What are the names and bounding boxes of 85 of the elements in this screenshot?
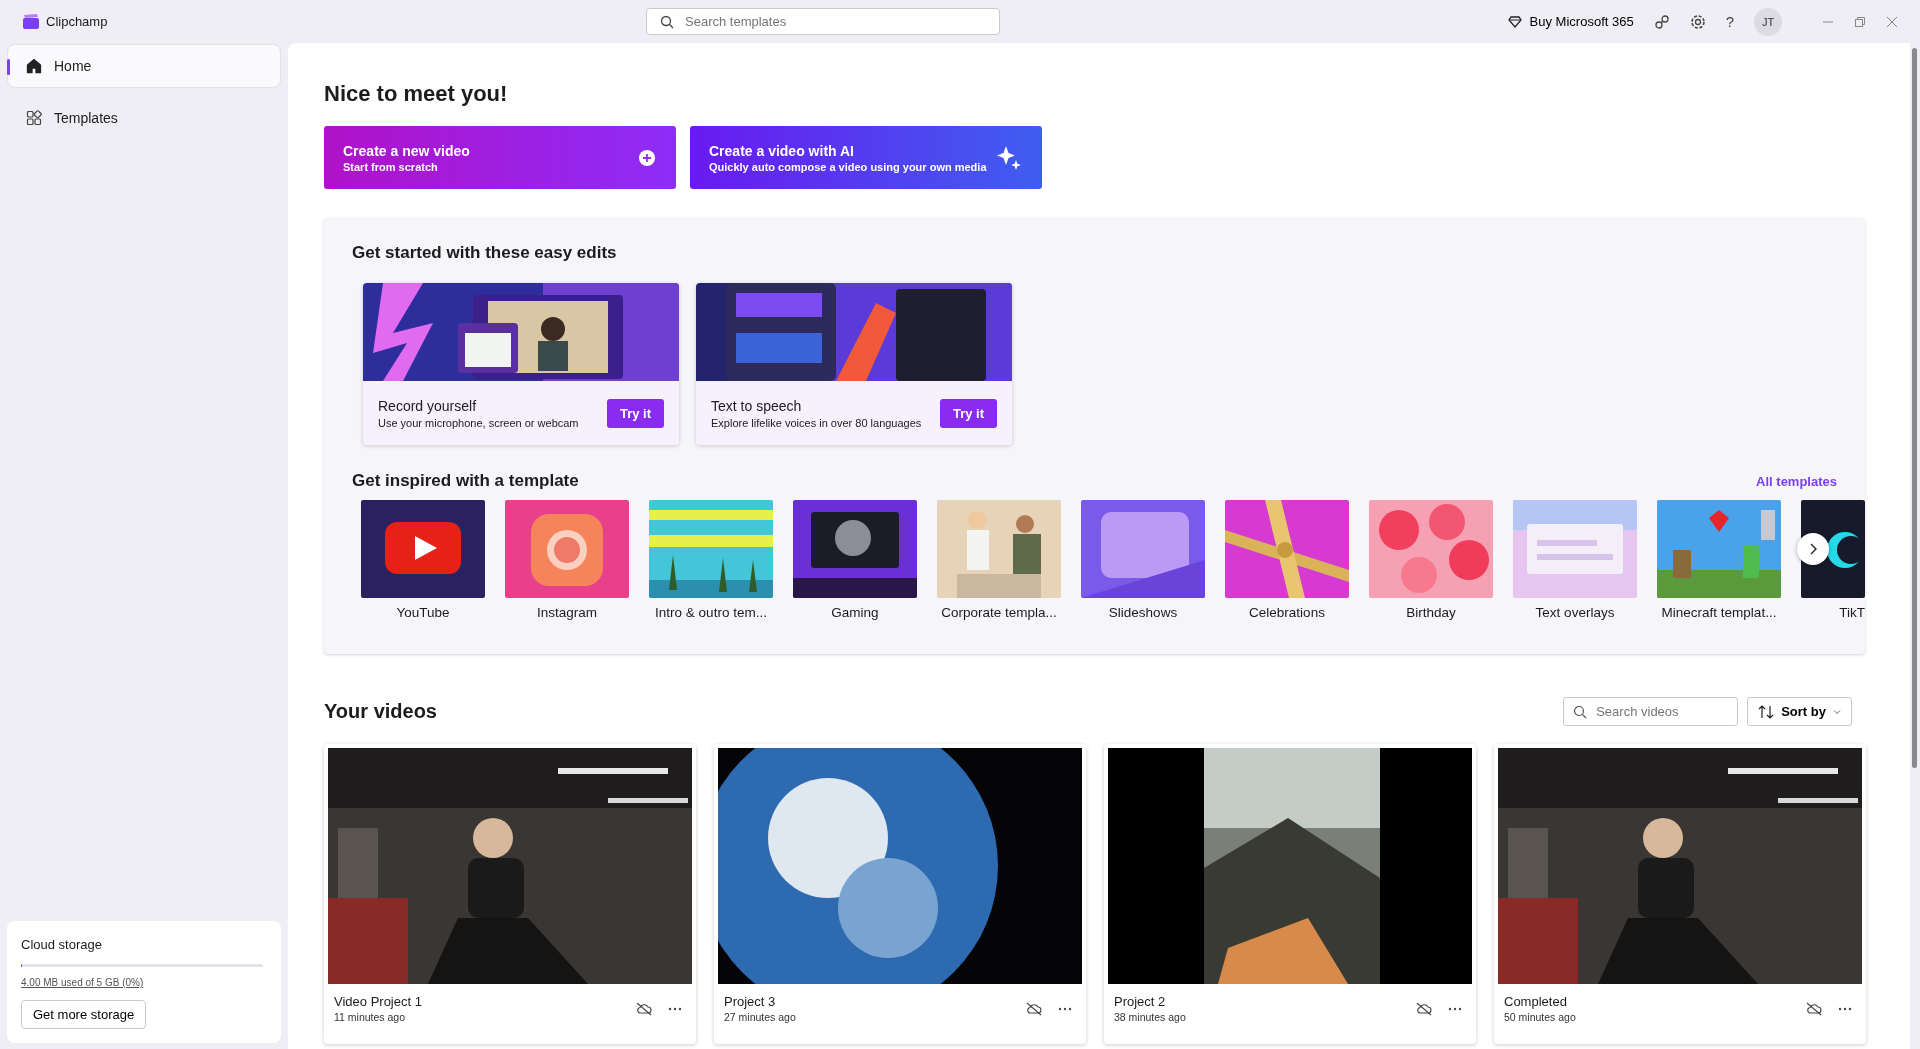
card-subtitle: Explore lifelike voices in over 80 languages: [711, 416, 923, 429]
try-it-button[interactable]: Try it: [606, 398, 664, 428]
template-label: Corporate templa...: [941, 605, 1057, 620]
diamond-icon: [1507, 15, 1522, 28]
template-label: Intro & outro tem...: [655, 605, 767, 620]
share-icon[interactable]: [1653, 13, 1670, 30]
video-time: 50 minutes ago: [1504, 1011, 1577, 1023]
section-heading: Get started with these easy edits: [352, 243, 618, 263]
sparkles-icon: [996, 144, 1022, 171]
template-tile[interactable]: Minecraft templat...: [1657, 500, 1781, 620]
more-icon[interactable]: [668, 1006, 682, 1011]
template-label: Birthday: [1406, 605, 1456, 620]
sort-by-button[interactable]: Sort by: [1747, 697, 1852, 726]
sidebar-item[interactable]: Templates: [7, 96, 281, 140]
template-tile[interactable]: Celebrations: [1225, 500, 1349, 620]
your-videos-heading: Your videos: [324, 700, 437, 723]
template-tile[interactable]: Slideshows: [1081, 500, 1205, 620]
card-subtitle: Use your microphone, screen or webcam: [378, 416, 580, 429]
video-title: Project 3: [724, 994, 777, 1009]
template-tile[interactable]: YouTube: [361, 500, 485, 620]
cloud-off-icon[interactable]: [1806, 1001, 1822, 1016]
template-tile[interactable]: Text overlays: [1513, 500, 1637, 620]
section-heading: Get inspired with a template: [352, 471, 579, 491]
search-videos-field[interactable]: Search videos: [1563, 697, 1739, 726]
greeting-heading: Nice to meet you!: [324, 81, 509, 107]
template-label: Text overlays: [1535, 605, 1615, 620]
cloud-off-icon[interactable]: [1416, 1001, 1432, 1016]
search-icon: [1573, 705, 1588, 719]
buy-microsoft-365-button[interactable]: Buy Microsoft 365: [1507, 14, 1634, 29]
next-button[interactable]: [1797, 533, 1829, 565]
template-tile[interactable]: Birthday: [1369, 500, 1493, 620]
template-label: Instagram: [537, 605, 597, 620]
template-tile[interactable]: Gaming: [793, 500, 917, 620]
video-card[interactable]: Project 3 27 minutes ago: [714, 744, 1086, 1044]
try-it-button[interactable]: Try it: [939, 398, 997, 428]
template-label: Celebrations: [1249, 605, 1325, 620]
chevron-right-icon: [1808, 543, 1818, 555]
template-label: TikT: [1839, 605, 1865, 620]
card-title: Text to speech: [711, 397, 803, 414]
app-name: Clipchamp: [46, 14, 108, 29]
account-avatar[interactable]: JT: [1754, 7, 1782, 36]
home-icon: [26, 58, 42, 74]
card-title: Record yourself: [378, 397, 478, 414]
video-title: Project 2: [1114, 994, 1167, 1009]
help-button[interactable]: ?: [1725, 13, 1734, 30]
scrollbar-thumb[interactable]: [1912, 48, 1917, 768]
video-time: 27 minutes ago: [724, 1011, 797, 1023]
more-icon[interactable]: [1448, 1006, 1462, 1011]
video-card[interactable]: Video Project 1 11 minutes ago: [324, 744, 696, 1044]
plus-icon: [638, 148, 656, 167]
create-video-button[interactable]: Create a new video Start from scratch: [324, 126, 676, 189]
templates-icon: [26, 110, 42, 126]
create-video-button[interactable]: Create a video with AI Quickly auto compose a video using your own media: [690, 126, 1042, 189]
template-label: Minecraft templat...: [1661, 605, 1777, 620]
storage-title: Cloud storage: [21, 937, 102, 952]
template-tile[interactable]: Intro & outro tem...: [649, 500, 773, 620]
storage-usage-link[interactable]: 4.00 MB used of 5 GB (0%): [21, 977, 144, 988]
restore-icon[interactable]: [1854, 15, 1866, 28]
video-card[interactable]: Completed 50 minutes ago: [1494, 744, 1866, 1044]
more-icon[interactable]: [1058, 1006, 1072, 1011]
get-more-storage-button[interactable]: Get more storage: [21, 1000, 147, 1029]
sidebar-item[interactable]: Home: [7, 44, 281, 88]
video-title: Completed: [1504, 994, 1568, 1009]
template-tile[interactable]: Corporate templa...: [937, 500, 1061, 620]
video-time: 11 minutes ago: [334, 1011, 407, 1023]
app-logo-icon: [22, 13, 40, 30]
template-label: Slideshows: [1108, 605, 1178, 620]
more-icon[interactable]: [1838, 1006, 1852, 1011]
sort-icon: [1758, 704, 1775, 719]
easy-edit-card[interactable]: Record yourself Use your microphone, screen or webcam Try it: [363, 283, 679, 445]
video-title: Video Project 1: [334, 994, 423, 1009]
template-label: Gaming: [831, 605, 879, 620]
chevron-down-icon: [1833, 708, 1841, 715]
cloud-off-icon[interactable]: [636, 1001, 652, 1016]
cloud-off-icon[interactable]: [1026, 1001, 1042, 1016]
template-label: YouTube: [396, 605, 450, 620]
video-time: 38 minutes ago: [1114, 1011, 1187, 1023]
search-icon: [660, 15, 674, 29]
template-tile[interactable]: Instagram: [505, 500, 629, 620]
close-icon[interactable]: [1886, 15, 1898, 28]
settings-icon[interactable]: [1689, 13, 1706, 30]
easy-edit-card[interactable]: Text to speech Explore lifelike voices in over 80 languages Try it: [696, 283, 1012, 445]
search-field[interactable]: Search templates: [646, 8, 1000, 35]
all-templates-link[interactable]: All templates: [1756, 473, 1837, 489]
video-card[interactable]: Project 2 38 minutes ago: [1104, 744, 1476, 1044]
